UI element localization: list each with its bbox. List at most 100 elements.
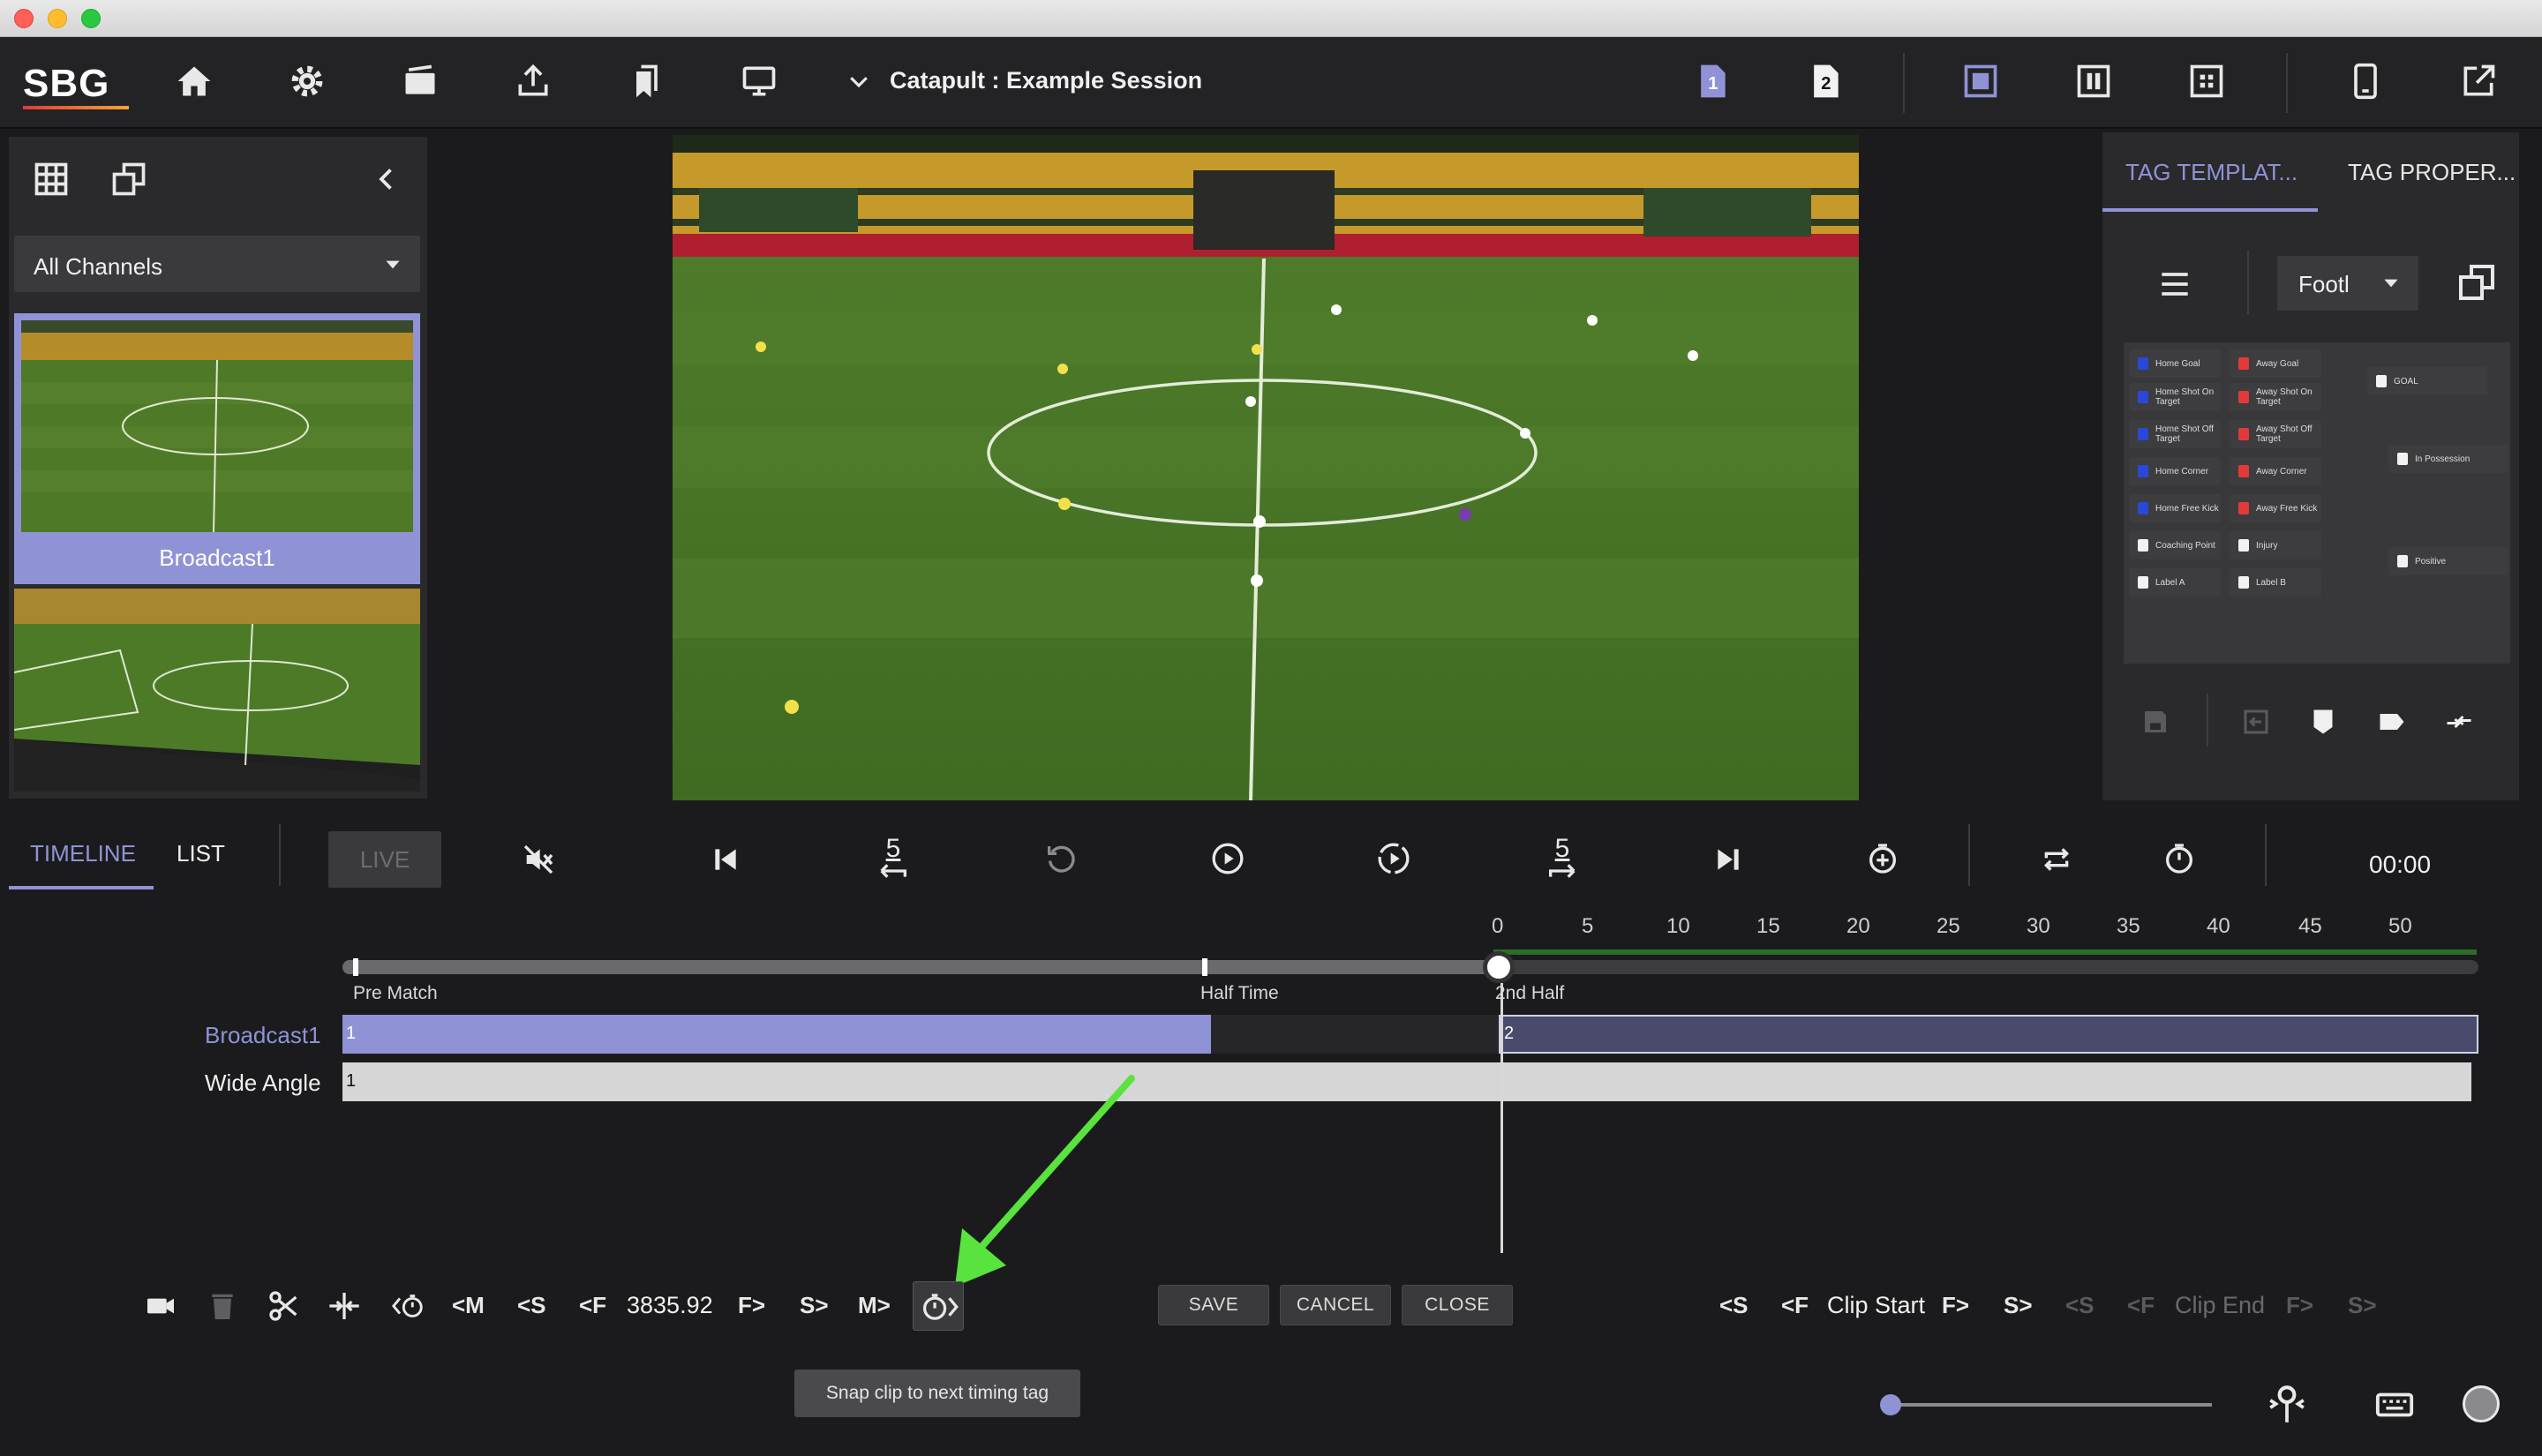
repeat-icon[interactable]	[2035, 838, 2078, 881]
tag-button[interactable]: Coaching Point	[2129, 531, 2221, 559]
clip-end-back-second-button[interactable]: <S	[2065, 1292, 2095, 1319]
link-tags-icon[interactable]	[2443, 706, 2475, 738]
close-window-button[interactable]	[14, 9, 34, 28]
popout-icon[interactable]	[2456, 261, 2498, 304]
track-segment[interactable]: 1	[342, 1015, 1211, 1054]
channel-select[interactable]: All Channels	[14, 236, 420, 292]
clip-start-back-second-button[interactable]: <S	[1719, 1292, 1749, 1319]
tag-button[interactable]: Home Free Kick	[2129, 494, 2221, 522]
tag-button[interactable]: Home Goal	[2129, 349, 2221, 378]
replay-icon[interactable]	[1040, 838, 1082, 881]
tab-tag-templates[interactable]: TAG TEMPLAT...	[2125, 159, 2298, 186]
page-1-tab[interactable]: 1	[1688, 56, 1737, 106]
record-indicator[interactable]	[2463, 1385, 2500, 1422]
zoom-slider-thumb[interactable]	[1880, 1394, 1901, 1415]
play-loop-icon[interactable]	[1372, 837, 1416, 881]
add-timer-icon[interactable]	[1861, 837, 1905, 881]
fit-zoom-icon[interactable]	[2265, 1382, 2309, 1426]
skip-back-5-button[interactable]: 5	[869, 833, 918, 882]
clip-start-back-frame-button[interactable]: <F	[1781, 1292, 1809, 1319]
skip-to-start-icon[interactable]	[706, 840, 745, 879]
nudge-back-minute-button[interactable]: <M	[452, 1292, 485, 1319]
tag-button[interactable]: In Possession	[2388, 445, 2508, 473]
period-marker[interactable]	[353, 958, 358, 976]
tag-button[interactable]: Away Shot Off Target	[2230, 420, 2321, 448]
popout-icon[interactable]	[109, 160, 148, 199]
layout-split-icon[interactable]	[2069, 56, 2118, 106]
tab-timeline[interactable]: TIMELINE	[30, 840, 136, 867]
menu-icon[interactable]	[2155, 265, 2194, 304]
bookmarks-icon[interactable]	[621, 56, 671, 106]
layout-quad-icon[interactable]	[2182, 56, 2231, 106]
mute-icon[interactable]	[517, 838, 560, 881]
upload-icon[interactable]	[508, 56, 558, 106]
tablet-icon[interactable]	[2341, 56, 2390, 106]
nudge-forward-second-button[interactable]: S>	[800, 1292, 829, 1319]
skip-forward-5-button[interactable]: 5	[1538, 833, 1587, 882]
tag-button[interactable]: Home Shot On Target	[2129, 383, 2221, 411]
thumbnail-wide-angle[interactable]	[14, 589, 420, 792]
session-title[interactable]: Catapult : Example Session	[890, 67, 1202, 94]
scissors-icon[interactable]	[265, 1287, 304, 1325]
tag-button[interactable]: Injury	[2230, 531, 2321, 559]
track-label-wide-angle[interactable]: Wide Angle	[205, 1069, 321, 1097]
home-icon[interactable]	[169, 56, 219, 106]
trash-icon[interactable]	[205, 1287, 240, 1325]
tag-button[interactable]: Away Free Kick	[2230, 494, 2321, 522]
clip-start-forward-second-button[interactable]: S>	[2004, 1292, 2033, 1319]
track-segment-selected[interactable]: 2	[1499, 1015, 2478, 1054]
period-marker[interactable]	[1202, 958, 1207, 976]
page-2-tab[interactable]: 2	[1801, 56, 1850, 106]
tab-list[interactable]: LIST	[177, 840, 225, 867]
video-camera-icon[interactable]	[141, 1287, 180, 1325]
tag-button[interactable]: Label B	[2230, 568, 2321, 597]
save-template-icon[interactable]	[2140, 706, 2171, 738]
keyboard-icon[interactable]	[2374, 1387, 2415, 1422]
add-label-icon[interactable]	[2376, 706, 2408, 738]
nudge-forward-frame-button[interactable]: F>	[738, 1292, 765, 1319]
clip-end-back-frame-button[interactable]: <F	[2127, 1292, 2155, 1319]
grid-view-icon[interactable]	[32, 160, 71, 199]
zoom-window-button[interactable]	[81, 9, 101, 28]
tag-button[interactable]: Home Corner	[2129, 457, 2221, 485]
tag-button[interactable]: Away Shot On Target	[2230, 383, 2321, 411]
play-icon[interactable]	[1206, 837, 1250, 881]
layout-single-icon[interactable]	[1956, 56, 2005, 106]
nudge-back-second-button[interactable]: <S	[517, 1292, 546, 1319]
tag-button[interactable]: Away Corner	[2230, 457, 2321, 485]
clip-end-forward-second-button[interactable]: S>	[2348, 1292, 2377, 1319]
tag-button[interactable]: Away Goal	[2230, 349, 2321, 378]
playhead-handle[interactable]	[1483, 951, 1515, 983]
tag-button[interactable]: Home Shot Off Target	[2129, 420, 2221, 448]
split-icon[interactable]	[325, 1287, 364, 1325]
tag-button[interactable]: GOAL	[2367, 367, 2487, 395]
snap-previous-timing-tag-icon[interactable]	[387, 1285, 431, 1327]
stopwatch-icon[interactable]	[2157, 837, 2201, 881]
cancel-button[interactable]: CANCEL	[1280, 1285, 1391, 1325]
video-player[interactable]	[673, 135, 1859, 800]
zoom-slider[interactable]	[1882, 1403, 2212, 1407]
track-label-broadcast1[interactable]: Broadcast1	[205, 1022, 321, 1049]
collapse-panel-icon[interactable]	[371, 163, 402, 195]
track-segment[interactable]: 1	[342, 1062, 2471, 1101]
minimize-window-button[interactable]	[48, 9, 67, 28]
add-tag-icon[interactable]	[2307, 706, 2339, 738]
camera-icon[interactable]	[395, 56, 445, 106]
tab-tag-properties[interactable]: TAG PROPER...	[2348, 159, 2516, 186]
clip-start-forward-frame-button[interactable]: F>	[1942, 1292, 1969, 1319]
thumbnail-broadcast1[interactable]: Broadcast1	[14, 313, 420, 584]
nudge-forward-minute-button[interactable]: M>	[858, 1292, 891, 1319]
chevron-down-icon[interactable]	[846, 64, 872, 99]
tag-button[interactable]: Label A	[2129, 568, 2221, 597]
save-button[interactable]: SAVE	[1158, 1285, 1269, 1325]
skip-to-end-icon[interactable]	[1709, 840, 1748, 879]
import-icon[interactable]	[2240, 706, 2272, 738]
clip-end-forward-frame-button[interactable]: F>	[2286, 1292, 2313, 1319]
external-window-icon[interactable]	[2454, 56, 2503, 106]
close-button[interactable]: CLOSE	[1402, 1285, 1513, 1325]
gear-icon[interactable]	[282, 56, 332, 106]
monitor-icon[interactable]	[734, 56, 784, 106]
live-button[interactable]: LIVE	[328, 831, 441, 888]
nudge-back-frame-button[interactable]: <F	[579, 1292, 606, 1319]
template-select[interactable]: Footl	[2277, 256, 2418, 311]
